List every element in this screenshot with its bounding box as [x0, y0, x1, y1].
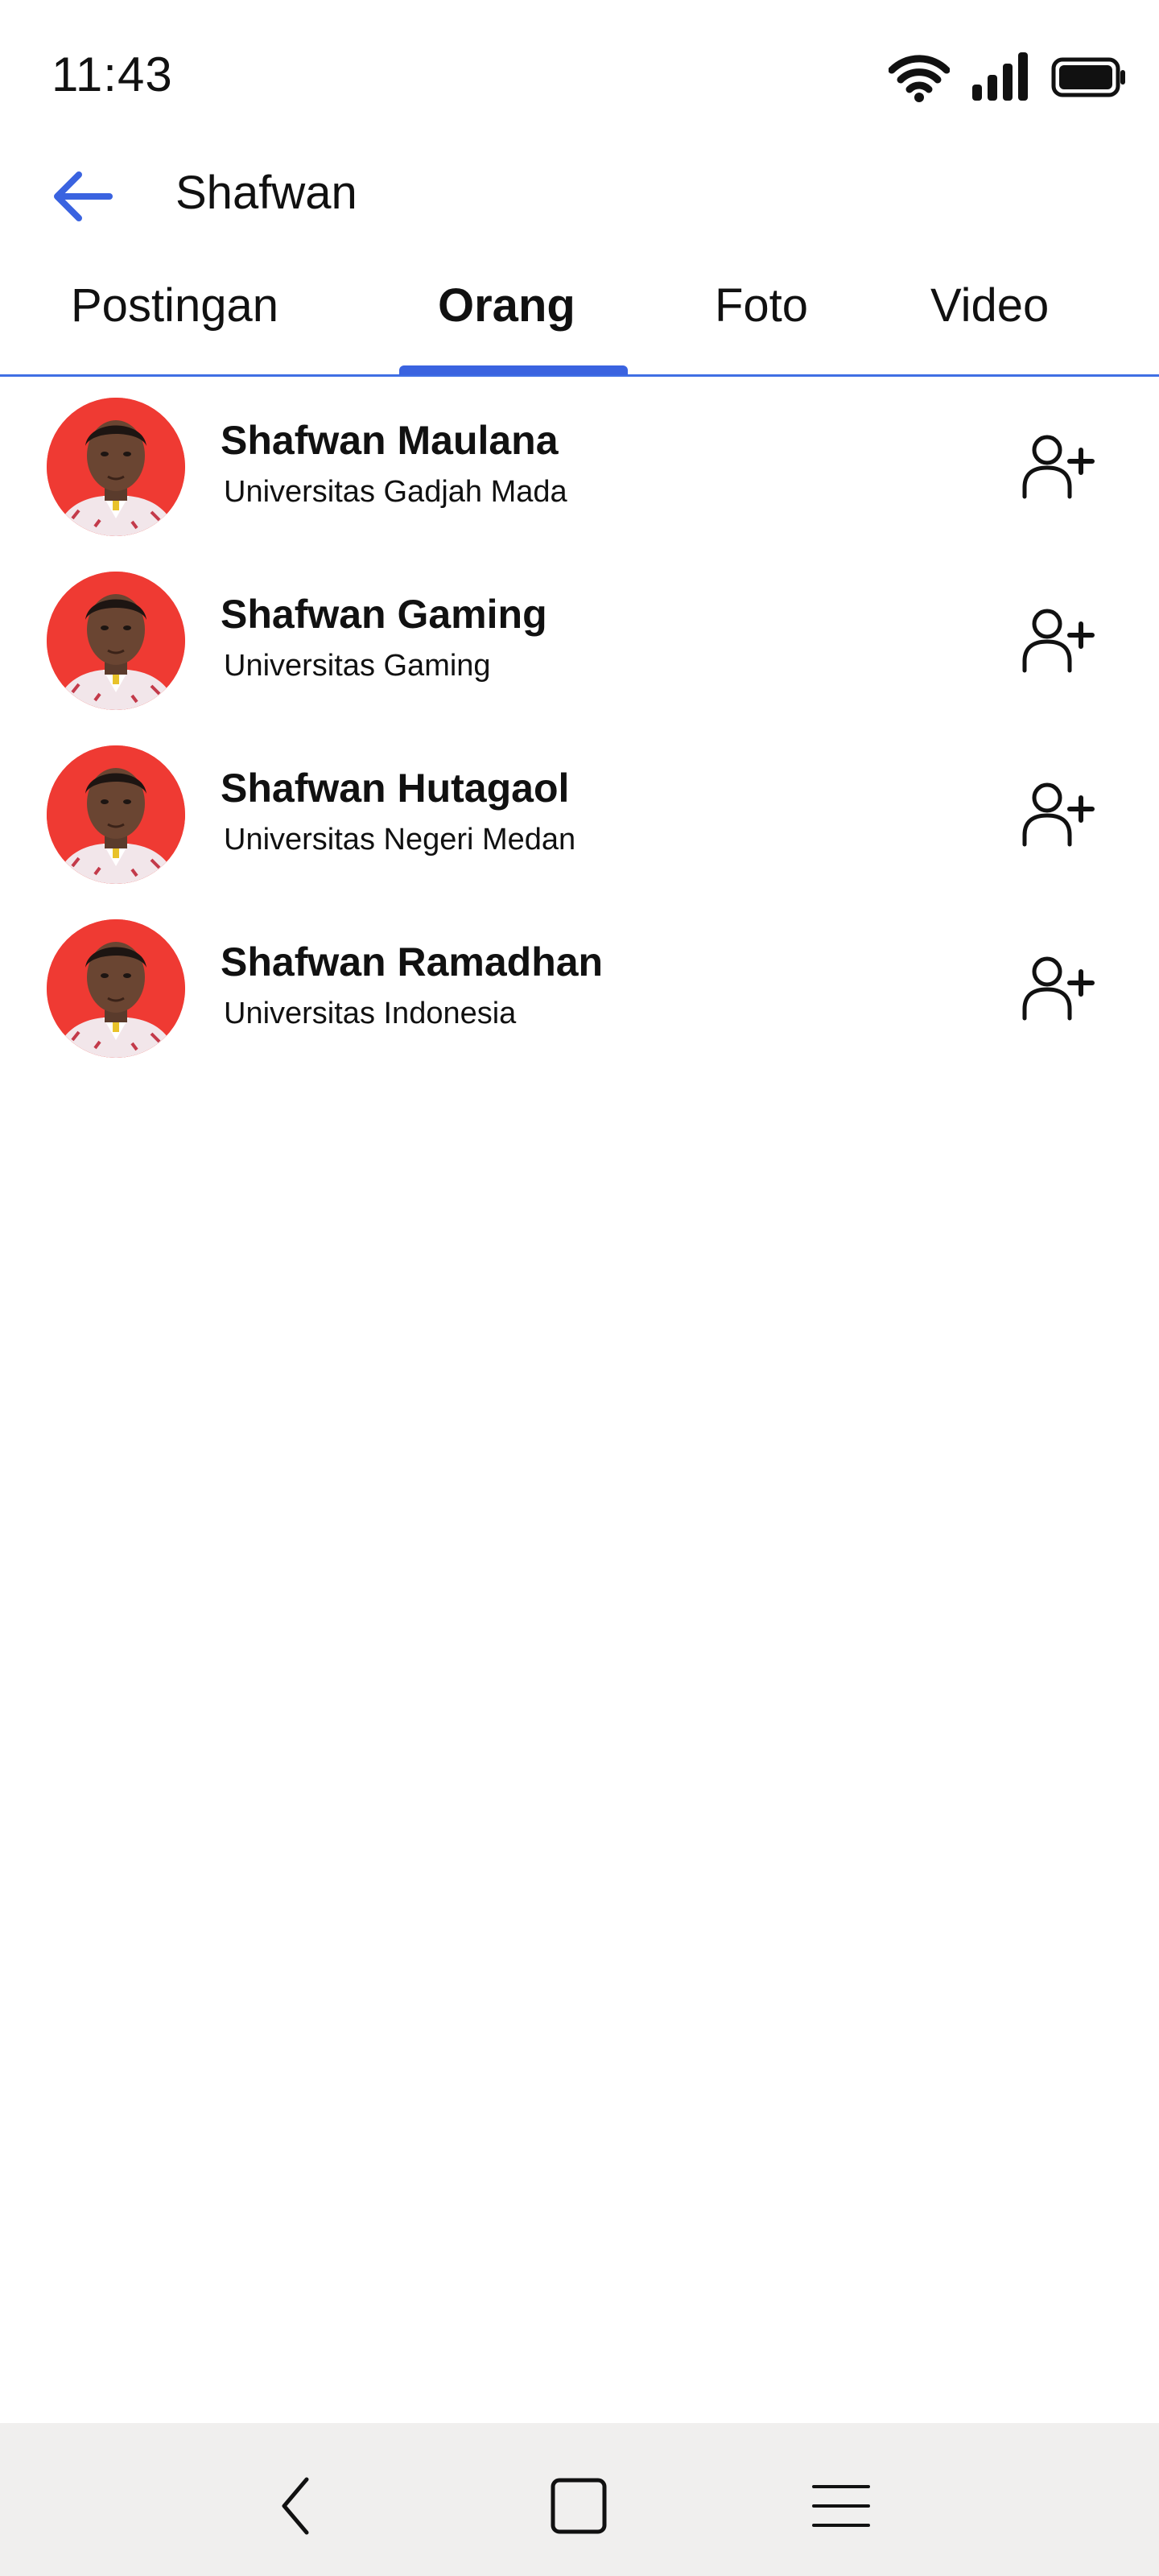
person-name: Shafwan Maulana	[221, 418, 559, 463]
tab-postingan[interactable]: Postingan	[71, 279, 278, 332]
avatar	[47, 919, 185, 1058]
tab-video[interactable]: Video	[930, 279, 1049, 332]
people-list: Shafwan Maulana Universitas Gadjah Mada	[0, 394, 1159, 1090]
search-query-title: Shafwan	[175, 167, 357, 219]
user-plus-icon	[1021, 432, 1095, 504]
list-item[interactable]: Shafwan Gaming Universitas Gaming	[0, 568, 1159, 742]
avatar	[47, 572, 185, 710]
person-subtitle: Universitas Gaming	[224, 649, 491, 683]
avatar	[47, 745, 185, 884]
system-nav-bar	[0, 2423, 1159, 2576]
nav-back-button[interactable]	[259, 2471, 332, 2544]
list-item[interactable]: Shafwan Maulana Universitas Gadjah Mada	[0, 394, 1159, 568]
person-subtitle: Universitas Indonesia	[224, 997, 517, 1030]
active-tab-indicator	[399, 365, 628, 375]
status-time: 11:43	[52, 47, 173, 101]
user-plus-icon	[1021, 606, 1095, 678]
back-button[interactable]	[43, 159, 121, 237]
tab-foto[interactable]: Foto	[715, 279, 808, 332]
user-plus-icon	[1021, 780, 1095, 852]
nav-menu-icon	[812, 2482, 870, 2534]
add-friend-button[interactable]	[1014, 423, 1103, 512]
user-plus-icon	[1021, 954, 1095, 1026]
person-subtitle: Universitas Gadjah Mada	[224, 475, 567, 509]
signal-icon	[971, 52, 1030, 102]
wifi-icon	[889, 52, 950, 102]
nav-home-icon	[550, 2477, 608, 2539]
nav-back-icon	[278, 2476, 313, 2540]
person-name: Shafwan Hutagaol	[221, 766, 570, 811]
add-friend-button[interactable]	[1014, 597, 1103, 686]
list-item[interactable]: Shafwan Ramadhan Universitas Indonesia	[0, 916, 1159, 1090]
result-tabs: Postingan Orang Foto Video	[0, 256, 1159, 377]
search-results-screen: 11:43 Shafwan Postingan Orang Foto Video…	[0, 0, 1159, 2576]
person-name: Shafwan Gaming	[221, 592, 547, 637]
tab-orang[interactable]: Orang	[438, 279, 575, 332]
status-bar: 11:43	[0, 0, 1159, 153]
list-item[interactable]: Shafwan Hutagaol Universitas Negeri Meda…	[0, 742, 1159, 916]
add-friend-button[interactable]	[1014, 945, 1103, 1034]
status-icons	[889, 45, 1127, 109]
arrow-left-icon	[52, 170, 113, 227]
nav-menu-button[interactable]	[805, 2471, 877, 2544]
person-subtitle: Universitas Negeri Medan	[224, 823, 576, 857]
app-header: Shafwan	[0, 153, 1159, 233]
battery-icon	[1051, 57, 1127, 97]
add-friend-button[interactable]	[1014, 771, 1103, 860]
avatar	[47, 398, 185, 536]
nav-home-button[interactable]	[542, 2471, 615, 2544]
person-name: Shafwan Ramadhan	[221, 939, 604, 985]
